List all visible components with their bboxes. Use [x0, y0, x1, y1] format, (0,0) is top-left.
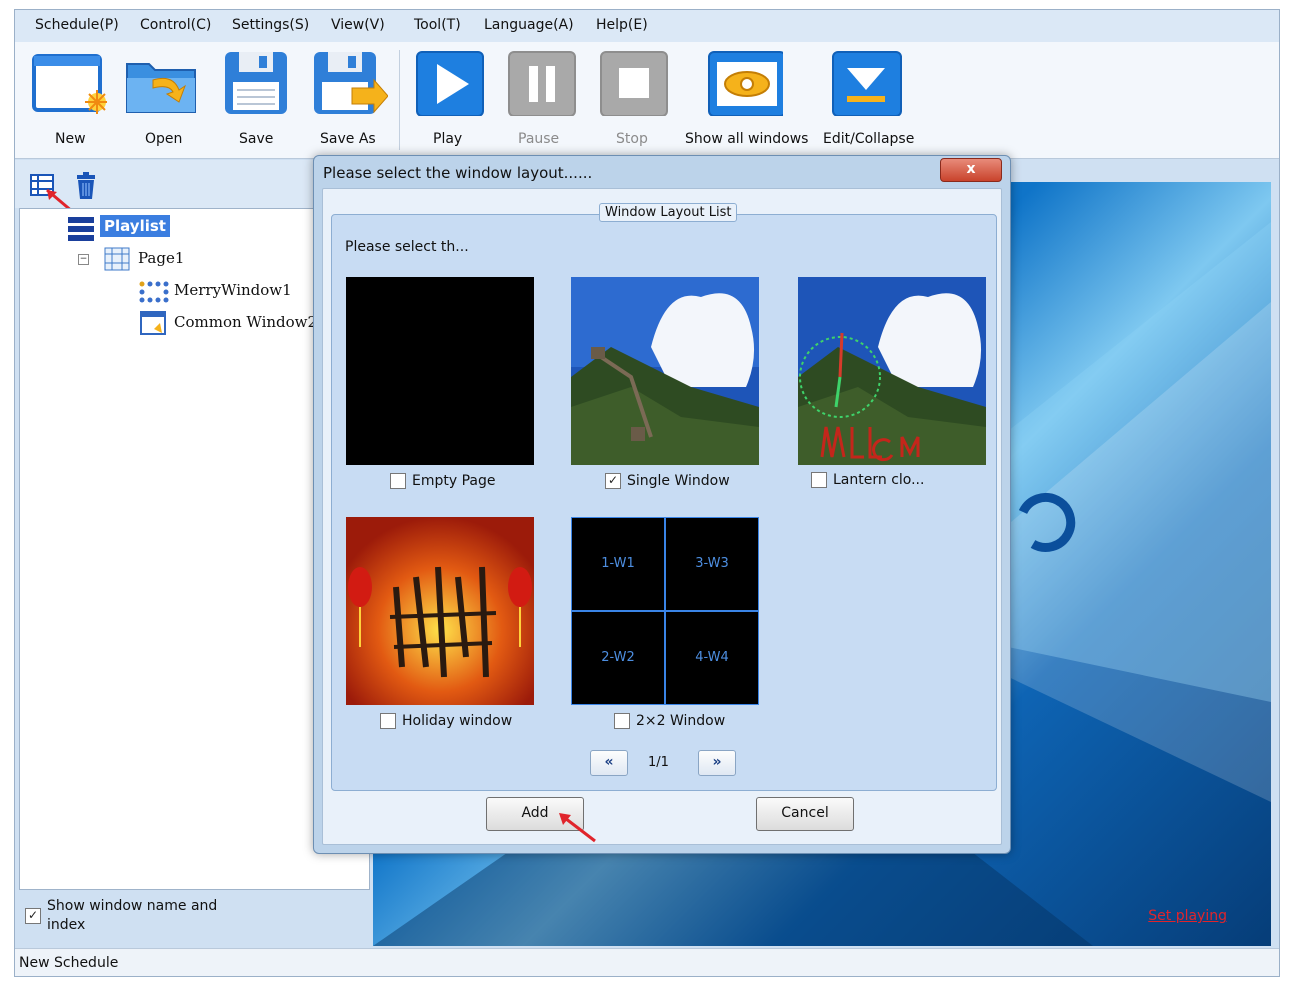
group-title: Window Layout List [599, 203, 738, 222]
menu-control[interactable]: Control(C) [140, 17, 211, 33]
menu-help[interactable]: Help(E) [596, 17, 648, 33]
collapse-icon [832, 51, 902, 116]
grid-cell-2: 2-W2 [572, 612, 664, 704]
holiday-window-thumbnail[interactable] [346, 517, 534, 705]
show-names-checkbox[interactable]: ✓ [25, 908, 41, 924]
delete-trash-icon[interactable] [73, 172, 99, 200]
tree-item-common-window[interactable]: Common Window2 [174, 313, 317, 331]
set-playing-link[interactable]: Set playing [1148, 908, 1227, 924]
dialog-title: Please select the window layout...... [323, 164, 593, 182]
show-names-option[interactable]: ✓ Show window name and index [19, 894, 369, 944]
close-button[interactable]: x [940, 158, 1002, 182]
page-indicator: 1/1 [648, 755, 669, 770]
option-holiday-window[interactable]: Holiday window [380, 713, 512, 729]
option-empty-page[interactable]: Empty Page [390, 473, 496, 489]
save-as-icon [314, 52, 388, 114]
save-disk-icon [225, 52, 287, 114]
window-layout-dialog: Please select the window layout...... x … [313, 155, 1011, 854]
toolbar-separator [399, 50, 400, 150]
tree-item-page[interactable]: Page1 [138, 249, 184, 267]
save-as-label: Save As [320, 131, 376, 147]
common-window-icon [140, 311, 166, 335]
grid-window-label: 2×2 Window [636, 713, 726, 729]
stop-icon [600, 51, 668, 116]
option-grid-window[interactable]: 2×2 Window [614, 713, 725, 729]
menu-schedule[interactable]: Schedule(P) [35, 17, 119, 33]
red-arrow-annotation-add [559, 813, 596, 843]
lantern-clock-label: Lantern clo... [833, 472, 925, 488]
show-names-label-line1: Show window name and [47, 898, 218, 914]
menu-tool[interactable]: Tool(T) [414, 17, 461, 33]
holiday-window-label: Holiday window [402, 713, 513, 729]
grid-cell-4: 4-W4 [666, 612, 758, 704]
prev-page-button[interactable]: « [590, 750, 628, 776]
status-bar: New Schedule [15, 948, 1279, 976]
new-label: New [55, 131, 86, 147]
grid-cell-3: 3-W3 [666, 518, 758, 610]
show-names-label-line2: index [47, 917, 86, 933]
status-text: New Schedule [19, 955, 119, 971]
menu-bar: Schedule(P) Control(C) Settings(S) View(… [15, 10, 1279, 43]
new-file-icon [32, 54, 107, 114]
grid-window-checkbox[interactable] [614, 713, 630, 729]
next-page-button[interactable]: » [698, 750, 736, 776]
page-icon [104, 247, 130, 271]
main-toolbar: New Open Save Save As Play Pause Stop Sh… [15, 42, 1279, 159]
menu-language[interactable]: Language(A) [484, 17, 574, 33]
pause-icon [508, 51, 576, 116]
open-folder-icon [126, 63, 196, 113]
lantern-clock-thumbnail[interactable] [798, 277, 986, 465]
single-window-checkbox[interactable]: ✓ [605, 473, 621, 489]
tree-item-playlist[interactable]: Playlist [100, 215, 170, 237]
grid-window-thumbnail[interactable]: 1-W1 3-W3 2-W2 4-W4 [571, 517, 759, 705]
eye-icon [708, 51, 783, 116]
collapse-toggle[interactable]: − [78, 254, 89, 265]
open-label: Open [145, 131, 183, 147]
play-label: Play [433, 131, 463, 147]
edit-collapse-label: Edit/Collapse [823, 131, 915, 147]
window-layout-group: Window Layout List Please select th... E… [331, 203, 997, 791]
select-hint: Please select th... [345, 239, 469, 255]
grid-cell-1: 1-W1 [572, 518, 664, 610]
save-label: Save [239, 131, 274, 147]
dialog-body: Window Layout List Please select th... E… [322, 188, 1002, 845]
empty-page-label: Empty Page [412, 473, 496, 489]
stop-label: Stop [616, 131, 648, 147]
single-window-thumbnail[interactable] [571, 277, 759, 465]
menu-settings[interactable]: Settings(S) [232, 17, 309, 33]
tree-item-merry-window[interactable]: MerryWindow1 [174, 281, 292, 299]
play-icon [416, 51, 484, 116]
option-lantern-clock[interactable]: Lantern clo... [811, 472, 924, 488]
show-all-windows-label: Show all windows [685, 131, 809, 147]
holiday-window-checkbox[interactable] [380, 713, 396, 729]
option-single-window[interactable]: ✓ Single Window [605, 473, 730, 489]
lantern-clock-checkbox[interactable] [811, 472, 827, 488]
merry-window-icon [139, 281, 169, 303]
single-window-label: Single Window [627, 473, 730, 489]
playlist-icon [68, 217, 94, 241]
empty-page-checkbox[interactable] [390, 473, 406, 489]
empty-page-thumbnail[interactable] [346, 277, 534, 465]
menu-view[interactable]: View(V) [331, 17, 385, 33]
cancel-button[interactable]: Cancel [756, 797, 854, 831]
pause-label: Pause [518, 131, 560, 147]
